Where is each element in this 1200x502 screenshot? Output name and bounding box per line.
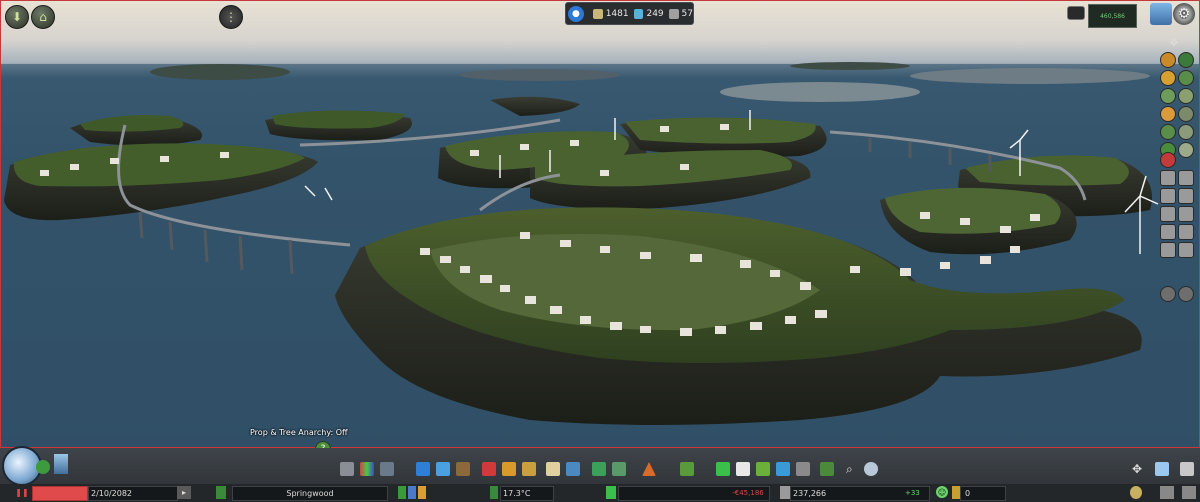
traffic-light-icon[interactable]: ⋮ xyxy=(219,5,243,29)
info-views-icon[interactable]: ● xyxy=(568,5,584,22)
photo-mode-icon[interactable] xyxy=(1160,486,1174,499)
decoration-icon[interactable] xyxy=(756,462,770,476)
industrial-icon xyxy=(668,8,679,19)
tool-j-icon[interactable] xyxy=(1178,242,1194,258)
search-icon[interactable]: ⌕ xyxy=(846,462,860,476)
sand-icon[interactable] xyxy=(796,462,810,476)
advisor-icon[interactable] xyxy=(36,460,50,474)
tool-district-icon[interactable] xyxy=(1178,70,1194,86)
tool-school-icon[interactable] xyxy=(1178,142,1194,158)
money-panel: 460,586 xyxy=(1088,4,1137,28)
electricity-icon[interactable] xyxy=(416,462,430,476)
income-value: -€45,186 xyxy=(732,488,764,497)
diamond-icon[interactable] xyxy=(776,462,790,476)
info-tool-icon[interactable] xyxy=(1180,462,1194,476)
weather-icon[interactable] xyxy=(864,462,878,476)
screen-icon[interactable] xyxy=(1155,462,1169,476)
game-viewport[interactable] xyxy=(0,0,1200,448)
tool-power-icon[interactable] xyxy=(1160,106,1176,122)
move-arrows-icon[interactable]: ✥ xyxy=(1132,462,1146,476)
population-stats[interactable]: ● 1481 249 57 xyxy=(565,2,694,25)
leaf-icon xyxy=(606,486,616,499)
coin-icon xyxy=(952,486,960,499)
stat-1: 1481 xyxy=(605,8,629,19)
unlock-icon[interactable]: ⌂ xyxy=(31,5,55,29)
fire-icon[interactable] xyxy=(502,462,516,476)
play-icon[interactable]: ▸ xyxy=(177,486,191,499)
tool-i-icon[interactable] xyxy=(1160,242,1176,258)
tool-b-icon[interactable] xyxy=(1178,170,1194,186)
disasters-icon[interactable] xyxy=(716,462,730,476)
parks-icon[interactable] xyxy=(736,462,750,476)
speed-bar[interactable] xyxy=(32,486,88,501)
tool-garbage-icon[interactable] xyxy=(1178,106,1194,122)
tool-e-icon[interactable] xyxy=(1160,206,1176,222)
transport-icon[interactable] xyxy=(566,462,580,476)
demand-ind-bar xyxy=(418,486,426,499)
city-scene xyxy=(0,62,1200,448)
move-icon[interactable]: ✥ xyxy=(1168,38,1180,50)
tool-water-icon[interactable] xyxy=(1178,88,1194,104)
commercial-icon xyxy=(633,8,644,19)
tool-redo-icon[interactable] xyxy=(1178,286,1194,302)
screenshot-icon[interactable] xyxy=(1182,486,1196,499)
happiness-value: 0 xyxy=(960,486,1006,501)
tool-c-icon[interactable] xyxy=(1160,188,1176,204)
tool-zone-icon[interactable] xyxy=(1160,70,1176,86)
tool-a-icon[interactable] xyxy=(1160,170,1176,186)
settings-gear-icon[interactable]: ⚙ xyxy=(1173,3,1195,25)
city-name-icon xyxy=(216,486,226,499)
thermometer-icon xyxy=(490,486,498,499)
monuments-icon[interactable] xyxy=(612,462,626,476)
tool-undo-icon[interactable] xyxy=(1160,286,1176,302)
education-icon[interactable] xyxy=(546,462,560,476)
bottom-toolbar: ⌕ ✥ ❚❚ 2/10/2082 ▸ Springwood 17.3°C -€4… xyxy=(0,446,1200,502)
temperature: 17.3°C xyxy=(500,486,554,501)
money-change: +33 xyxy=(905,488,920,497)
police-icon[interactable] xyxy=(522,462,536,476)
tree-icon[interactable] xyxy=(820,462,834,476)
stat-2: 249 xyxy=(646,8,664,19)
city-info-icon[interactable] xyxy=(1150,3,1172,25)
roads-icon[interactable] xyxy=(340,462,354,476)
zoom-out-icon[interactable]: ⬇ xyxy=(5,5,29,29)
happiness-icon: ☺ xyxy=(936,486,948,498)
tool-d-icon[interactable] xyxy=(1178,188,1194,204)
city-icon[interactable] xyxy=(54,454,68,474)
residential-icon xyxy=(592,8,603,19)
tool-brush-icon[interactable] xyxy=(1160,52,1176,68)
tool-tree-icon[interactable] xyxy=(1178,52,1194,68)
water-icon[interactable] xyxy=(436,462,450,476)
tool-h-icon[interactable] xyxy=(1178,224,1194,240)
tool-road-icon[interactable] xyxy=(1160,88,1176,104)
zoning-icon[interactable] xyxy=(360,462,374,476)
camera-icon[interactable] xyxy=(1067,6,1085,20)
status-bar: ❚❚ 2/10/2082 ▸ Springwood 17.3°C -€45,18… xyxy=(0,484,1200,502)
wonders-icon[interactable] xyxy=(642,462,656,476)
demand-res-bar xyxy=(398,486,406,499)
tool-g-icon[interactable] xyxy=(1160,224,1176,240)
city-name[interactable]: Springwood xyxy=(232,486,388,501)
beautification-icon[interactable] xyxy=(592,462,606,476)
healthcare-icon[interactable] xyxy=(482,462,496,476)
districts-icon[interactable] xyxy=(380,462,394,476)
date-display: 2/10/2082 xyxy=(88,486,178,501)
pause-icon[interactable]: ❚❚ xyxy=(15,486,28,499)
anarchy-status-label: Prop & Tree Anarchy: Off xyxy=(250,428,348,437)
tool-bulldoze-icon[interactable] xyxy=(1160,152,1176,168)
achievements-icon[interactable] xyxy=(1130,486,1142,499)
demand-com-bar xyxy=(408,486,416,499)
tool-f-icon[interactable] xyxy=(1178,206,1194,222)
stat-3: 57 xyxy=(681,8,693,19)
landscaping-icon[interactable] xyxy=(680,462,694,476)
garbage-icon[interactable] xyxy=(456,462,470,476)
tool-fire-icon[interactable] xyxy=(1178,124,1194,140)
building-icon xyxy=(780,486,790,499)
tool-health-icon[interactable] xyxy=(1160,124,1176,140)
